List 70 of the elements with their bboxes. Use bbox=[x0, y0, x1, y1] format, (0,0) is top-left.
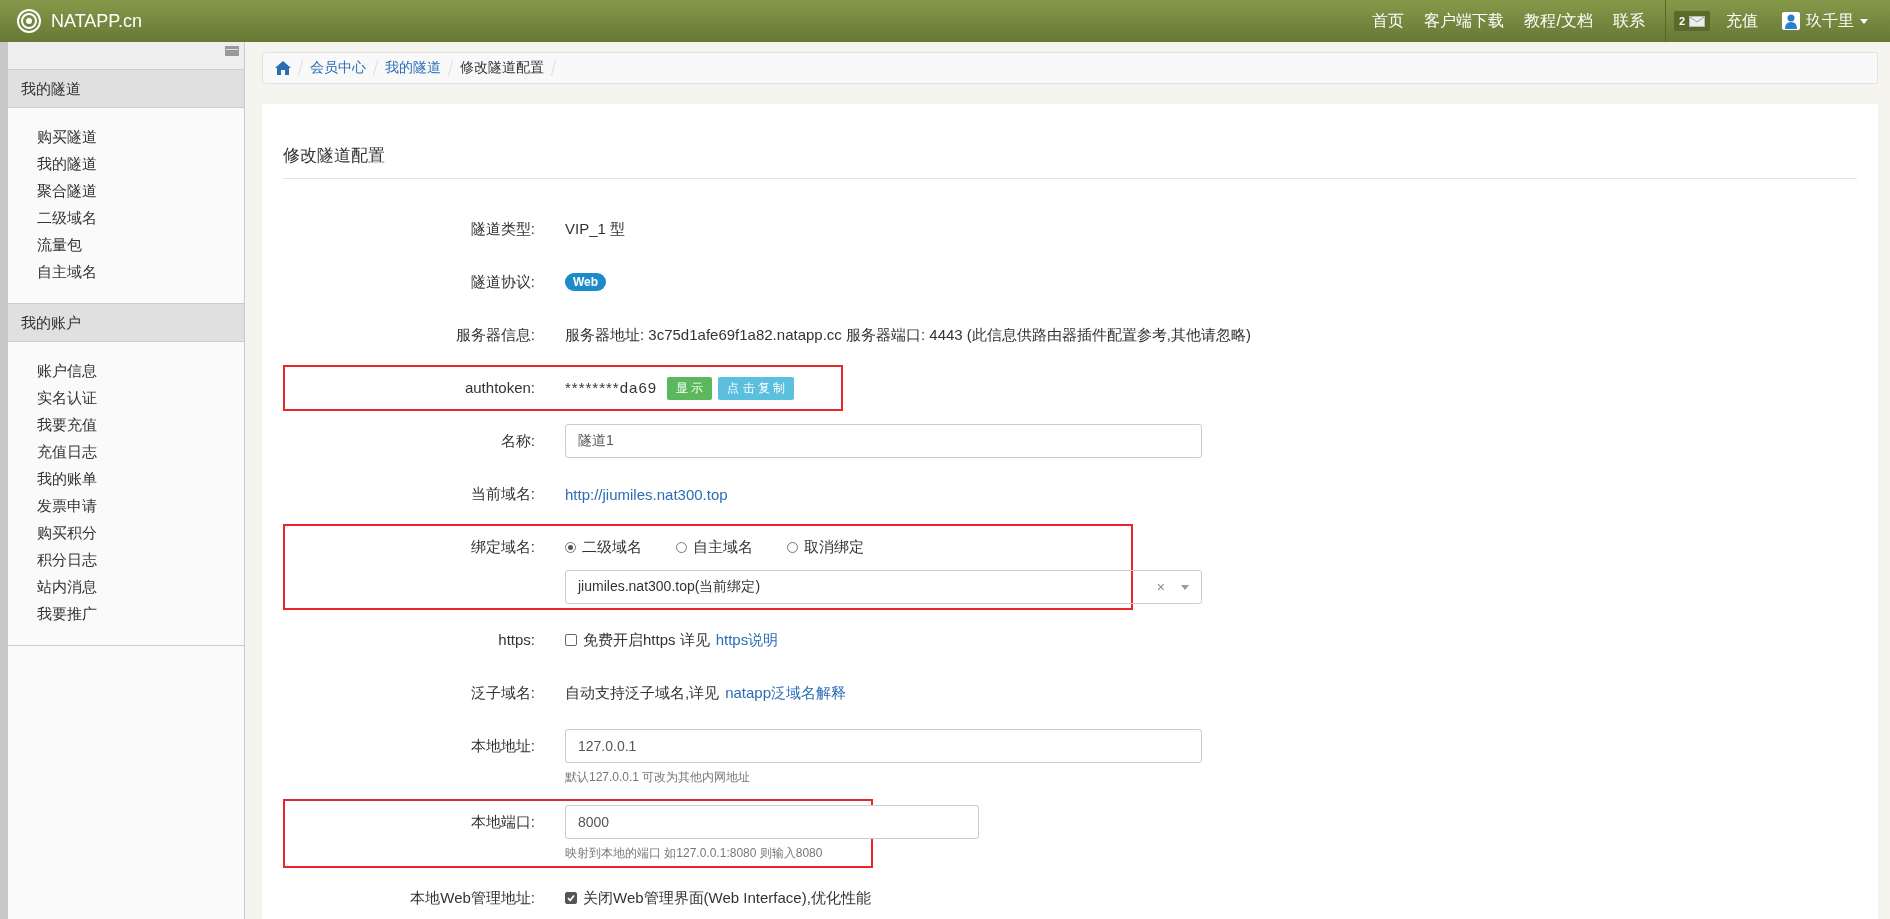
sidebar-item[interactable]: 我要推广 bbox=[37, 600, 244, 627]
spiral-logo-icon bbox=[17, 9, 41, 33]
field-label: 名称: bbox=[499, 431, 536, 451]
user-icon bbox=[1782, 12, 1800, 30]
sidebar-item[interactable]: 发票申请 bbox=[37, 492, 244, 519]
nav-link[interactable]: 教程/文档 bbox=[1524, 10, 1593, 32]
breadcrumb-link[interactable]: 我的隧道 bbox=[385, 59, 441, 77]
nav-link[interactable]: 首页 bbox=[1372, 10, 1405, 32]
field-label: 隧道类型: bbox=[469, 219, 536, 239]
checkbox[interactable] bbox=[565, 634, 577, 646]
page-title: 修改隧道配置 bbox=[283, 144, 1857, 179]
radio-option[interactable]: 自主域名 bbox=[676, 530, 753, 564]
masked-token: ********da69 bbox=[565, 378, 658, 398]
field-label: 服务器信息: bbox=[454, 325, 536, 345]
sidebar-item[interactable]: 聚合隧道 bbox=[37, 177, 244, 204]
sidebar-item[interactable]: 购买积分 bbox=[37, 519, 244, 546]
sidebar-item[interactable]: 积分日志 bbox=[37, 546, 244, 573]
sidebar-item[interactable]: 购买隧道 bbox=[37, 123, 244, 150]
field-value: 服务器地址: 3c75d1afe69f1a82.natapp.cc 服务器端口: 4443 (此信息供路由器插件配置参考,其他请忽略) bbox=[565, 325, 1252, 345]
sidebar-section-header[interactable]: 我的隧道 bbox=[8, 70, 244, 108]
sidebar-item[interactable]: 自主域名 bbox=[37, 258, 244, 285]
field-label: authtoken: bbox=[463, 378, 536, 398]
sidebar-item[interactable]: 站内消息 bbox=[37, 573, 244, 600]
protocol-badge: Web bbox=[565, 273, 607, 291]
field-value: 自动支持泛子域名,详见 bbox=[565, 683, 720, 703]
text-input[interactable]: 127.0.0.1 bbox=[565, 729, 1202, 763]
domain-link[interactable]: http://jiumiles.nat300.top bbox=[565, 485, 728, 503]
user-menu[interactable]: 玖千里 bbox=[1782, 10, 1868, 32]
sidebar-item[interactable]: 我要充值 bbox=[37, 411, 244, 438]
breadcrumb-link[interactable]: 会员中心 bbox=[310, 59, 366, 77]
sidebar-item[interactable]: 我的隧道 bbox=[37, 150, 244, 177]
domain-select[interactable]: jiumiles.nat300.top(当前绑定) × bbox=[565, 570, 1202, 604]
checkbox[interactable] bbox=[565, 892, 577, 904]
sidebar-item[interactable]: 流量包 bbox=[37, 231, 244, 258]
help-text: 映射到本地的端口 如127.0.0.1:8080 则输入8080 bbox=[565, 845, 824, 862]
breadcrumb-current: 修改隧道配置 bbox=[460, 59, 544, 77]
nav-link[interactable]: 联系 bbox=[1612, 10, 1645, 32]
field-value: VIP_1 型 bbox=[565, 219, 626, 239]
field-label: 当前域名: bbox=[469, 484, 536, 504]
sidebar-item[interactable]: 我的账单 bbox=[37, 465, 244, 492]
field-label: https: bbox=[497, 630, 536, 650]
help-link[interactable]: natapp泛域名解释 bbox=[725, 683, 847, 703]
field-label: 本地Web管理地址: bbox=[409, 888, 536, 908]
envelope-icon bbox=[1689, 15, 1705, 27]
field-label: 本地端口: bbox=[469, 812, 536, 832]
field-label: 隧道协议: bbox=[469, 272, 536, 292]
checkbox-label: 关闭Web管理界面(Web Interface),优化性能 bbox=[583, 888, 871, 908]
brand-name[interactable]: NATAPP.cn bbox=[51, 10, 143, 32]
radio-option[interactable]: 取消绑定 bbox=[787, 530, 864, 564]
recharge-link[interactable]: 充值 bbox=[1726, 10, 1758, 32]
home-icon[interactable] bbox=[275, 61, 291, 75]
text-input[interactable]: 隧道1 bbox=[565, 424, 1202, 458]
field-label: 本地地址: bbox=[469, 736, 536, 756]
caret-icon bbox=[1860, 18, 1868, 24]
checkbox-label: 免费开启https 详见 bbox=[583, 630, 710, 650]
text-input[interactable]: 8000 bbox=[565, 805, 979, 839]
caret-icon bbox=[1181, 584, 1189, 590]
nav-link[interactable]: 客户端下载 bbox=[1424, 10, 1505, 32]
clear-icon[interactable]: × bbox=[1156, 579, 1165, 595]
sidebar-item[interactable]: 二级域名 bbox=[37, 204, 244, 231]
sidebar-section-header[interactable]: 我的账户 bbox=[8, 304, 244, 342]
sidebar-item[interactable]: 实名认证 bbox=[37, 384, 244, 411]
sidebar-item[interactable]: 账户信息 bbox=[37, 357, 244, 384]
sidebar-item[interactable]: 充值日志 bbox=[37, 438, 244, 465]
help-text: 默认127.0.0.1 可改为其他内网地址 bbox=[565, 769, 752, 786]
message-button[interactable]: 2 bbox=[1673, 11, 1710, 31]
field-label: 绑定域名: bbox=[469, 537, 536, 557]
help-link[interactable]: https说明 bbox=[715, 630, 779, 650]
field-label: 泛子域名: bbox=[469, 683, 536, 703]
radio-option[interactable]: 二级域名 bbox=[565, 530, 642, 564]
